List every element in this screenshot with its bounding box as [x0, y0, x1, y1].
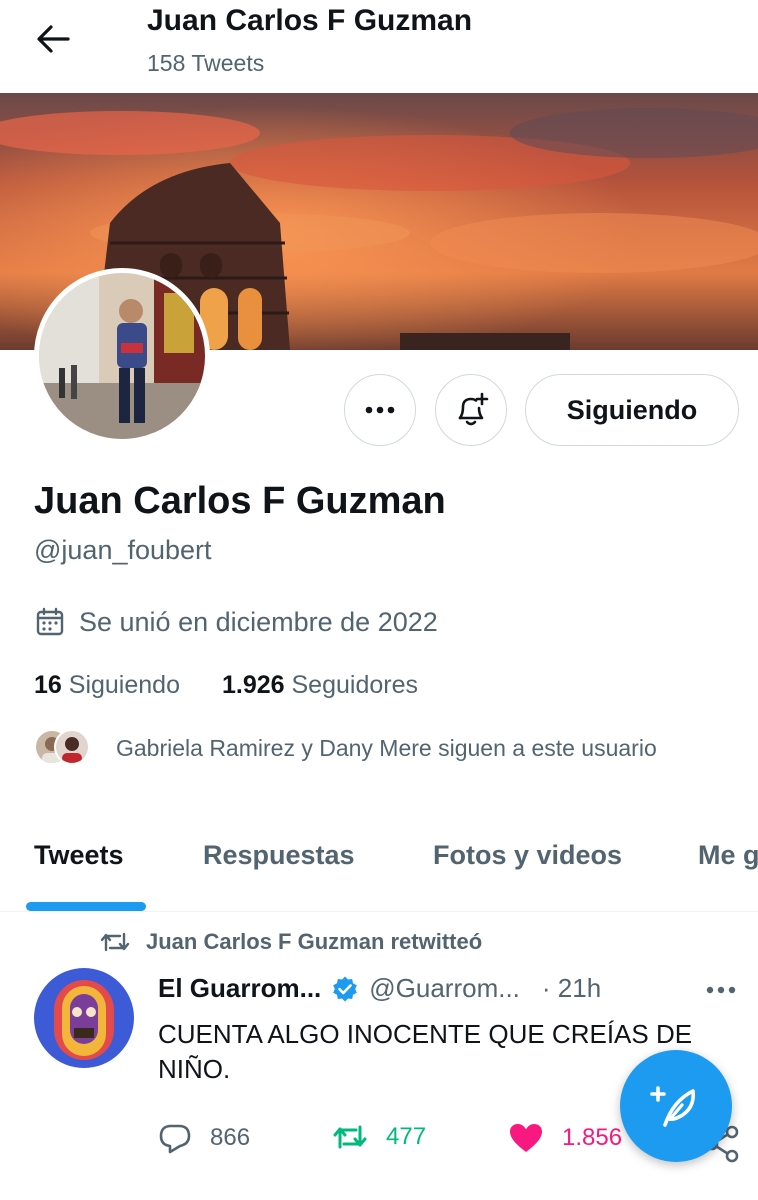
tweet-author-name[interactable]: El Guarrom... — [158, 973, 321, 1004]
reply-icon — [159, 1124, 191, 1154]
bell-plus-icon — [458, 392, 489, 426]
header-title: Juan Carlos F Guzman — [147, 4, 473, 37]
retweet-button[interactable]: 477 — [332, 1122, 426, 1152]
tab-tweets[interactable]: Tweets — [34, 840, 124, 871]
tab-replies[interactable]: Respuestas — [203, 840, 355, 871]
followers-count: 1.926 — [221, 671, 285, 699]
retweet-context-text: Juan Carlos F Guzman retwitteó — [146, 929, 483, 954]
joined-text: Se unió en diciembre de 2022 — [79, 606, 438, 637]
like-count: 1.856 — [562, 1124, 623, 1151]
more-dots-icon — [365, 406, 395, 414]
header-tweet-count: 158 Tweets — [147, 50, 265, 76]
following-label: Siguiendo — [68, 671, 180, 699]
following-button[interactable]: Siguiendo — [525, 374, 739, 446]
verified-badge-icon — [333, 976, 358, 1001]
mutual-avatar — [54, 729, 90, 765]
compose-feather-icon — [650, 1086, 696, 1127]
tweet-more-button[interactable] — [703, 975, 739, 1005]
followers-label: Seguidores — [291, 671, 418, 699]
mutual-avatars — [34, 729, 94, 767]
following-link[interactable]: 16 Siguiendo — [34, 671, 180, 700]
retweet-context[interactable]: Juan Carlos F Guzman retwitteó — [100, 929, 482, 955]
compose-tweet-button[interactable] — [620, 1050, 732, 1162]
profile-name: Juan Carlos F Guzman — [34, 480, 446, 522]
following-count: 16 — [34, 671, 62, 699]
retweet-icon — [333, 1125, 367, 1149]
tab-likes[interactable]: Me gusta — [698, 840, 758, 871]
notifications-button[interactable] — [435, 374, 507, 446]
tab-media[interactable]: Fotos y videos — [433, 840, 622, 871]
tweet-author-avatar[interactable] — [34, 968, 134, 1068]
profile-avatar[interactable] — [34, 268, 210, 444]
retweet-icon — [100, 932, 130, 952]
arrow-left-icon — [37, 25, 70, 53]
retweet-count: 477 — [386, 1123, 427, 1150]
heart-icon — [510, 1124, 542, 1152]
tweet-time[interactable]: · 21h — [542, 973, 601, 1004]
reply-count: 866 — [210, 1124, 251, 1151]
more-dots-icon — [706, 986, 736, 994]
more-options-button[interactable] — [344, 374, 416, 446]
calendar-icon — [36, 607, 64, 636]
mutual-followers[interactable]: Gabriela Ramirez y Dany Mere siguen a es… — [34, 729, 657, 767]
followers-link[interactable]: 1.926 Seguidores — [222, 671, 418, 700]
mutual-text: Gabriela Ramirez y Dany Mere siguen a es… — [116, 734, 657, 761]
profile-handle: @juan_foubert — [34, 535, 212, 565]
back-button[interactable] — [30, 18, 76, 60]
like-button[interactable]: 1.856 — [508, 1122, 622, 1154]
follow-stats: 16 Siguiendo 1.926 Seguidores — [34, 671, 418, 700]
joined-date: Se unió en diciembre de 2022 — [34, 606, 438, 638]
tweet-author-handle[interactable]: @Guarrom... — [369, 973, 520, 1004]
reply-button[interactable]: 866 — [158, 1122, 250, 1154]
tweet-header: El Guarrom... @Guarrom... · 21h — [158, 973, 601, 1004]
active-tab-indicator — [26, 902, 146, 911]
profile-tabs: Tweets Respuestas Fotos y videos Me gust… — [0, 815, 758, 912]
